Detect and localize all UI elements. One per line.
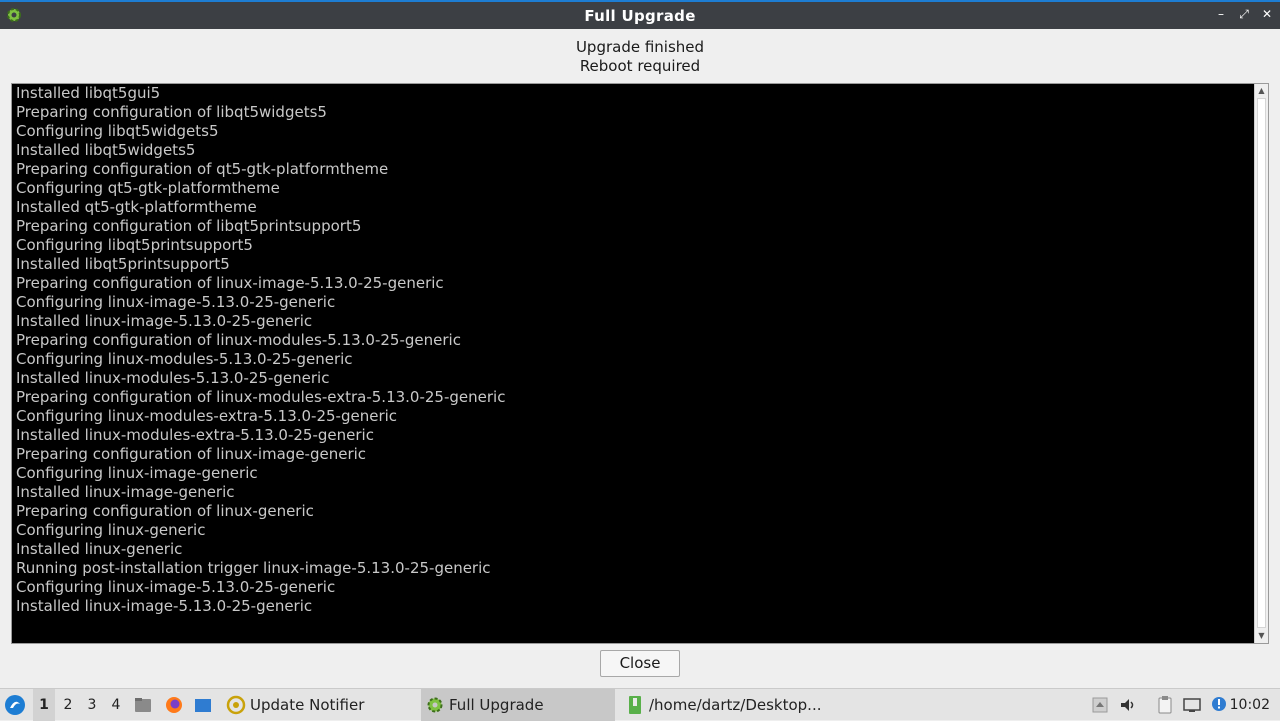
gear-icon <box>7 8 21 22</box>
title-bar: Full Upgrade – ⤢ ✕ <box>0 0 1280 29</box>
log-line: Configuring linux-image-5.13.0-25-generi… <box>16 578 336 596</box>
log-line: Preparing configuration of linux-image-5… <box>16 274 444 292</box>
log-line: Configuring linux-image-generic <box>16 464 258 482</box>
close-button[interactable]: Close <box>600 650 680 677</box>
log-line: Running post-installation trigger linux-… <box>16 559 491 577</box>
scroll-up-icon[interactable]: ▲ <box>1255 85 1268 97</box>
tray-show-hidden[interactable] <box>1090 689 1110 721</box>
log-line: Configuring libqt5widgets5 <box>16 122 219 140</box>
log-lines: Installed libqt5gui5 Preparing configurat… <box>16 84 1250 616</box>
log-line: Configuring libqt5printsupport5 <box>16 236 253 254</box>
log-line: Installed linux-modules-extra-5.13.0-25-… <box>16 426 374 444</box>
log-line: Installed linux-image-5.13.0-25-generic <box>16 597 313 615</box>
desktop-3-button[interactable]: 3 <box>81 689 103 721</box>
minimize-button[interactable]: – <box>1214 7 1228 21</box>
tray-expand-icon <box>1092 697 1108 713</box>
log-line: Configuring linux-modules-extra-5.13.0-2… <box>16 407 398 425</box>
log-line: Installed linux-modules-5.13.0-25-generi… <box>16 369 330 387</box>
file-manager-launcher[interactable] <box>133 689 153 721</box>
log-line: Configuring qt5-gtk-platformtheme <box>16 179 280 197</box>
task-label: Update Notifier <box>250 696 365 714</box>
log-line: Configuring linux-modules-5.13.0-25-gene… <box>16 350 353 368</box>
log-line: Installed libqt5printsupport5 <box>16 255 230 273</box>
lubuntu-logo-icon <box>5 695 25 715</box>
log-line: Installed linux-generic <box>16 540 183 558</box>
log-line: Configuring linux-image-5.13.0-25-generi… <box>16 293 336 311</box>
desktop-2-button[interactable]: 2 <box>57 689 79 721</box>
network-icon <box>1183 698 1201 712</box>
log-line: Preparing configuration of linux-modules… <box>16 388 506 406</box>
log-line: Installed libqt5gui5 <box>16 84 161 102</box>
status-line-reboot: Reboot required <box>579 57 701 75</box>
upgrade-log[interactable]: Installed libqt5gui5 Preparing configurat… <box>11 83 1269 644</box>
window-title: Full Upgrade <box>584 6 696 25</box>
maximize-button[interactable]: ⤢ <box>1237 7 1251 21</box>
scroll-down-icon[interactable]: ▼ <box>1255 630 1268 642</box>
task-full-upgrade[interactable]: Full Upgrade <box>421 689 615 721</box>
task-update-notifier[interactable]: Update Notifier <box>222 689 418 721</box>
update-available-icon <box>1212 697 1226 711</box>
desktop-4-button[interactable]: 4 <box>105 689 127 721</box>
gear-icon <box>427 697 443 713</box>
log-line: Installed linux-image-5.13.0-25-generic <box>16 312 313 330</box>
status-message: Upgrade finished Reboot required <box>0 38 1280 76</box>
firefox-icon <box>166 697 182 713</box>
log-line: Preparing configuration of libqt5widgets… <box>16 103 327 121</box>
log-line: Preparing configuration of linux-image-g… <box>16 445 367 463</box>
tray-updates[interactable] <box>1209 689 1229 721</box>
desktop-1-button[interactable]: 1 <box>33 689 55 721</box>
volume-icon <box>1121 699 1134 711</box>
file-manager-icon <box>135 698 151 712</box>
close-window-button[interactable]: ✕ <box>1260 7 1274 21</box>
start-menu-button[interactable] <box>4 689 28 721</box>
clipboard-icon <box>1158 696 1172 714</box>
show-desktop-launcher[interactable] <box>193 689 213 721</box>
log-scrollbar[interactable]: ▲ ▼ <box>1254 84 1268 643</box>
desktop-icon <box>195 699 211 712</box>
log-line: Configuring linux-generic <box>16 521 206 539</box>
log-line: Installed qt5-gtk-platformtheme <box>16 198 257 216</box>
log-line: Installed linux-image-generic <box>16 483 235 501</box>
firefox-launcher[interactable] <box>164 689 184 721</box>
status-line-finished: Upgrade finished <box>575 38 705 56</box>
task-terminal[interactable]: /home/dartz/Desktop... <box>621 689 831 721</box>
taskbar: 1 2 3 4 Update Notifier Full Upgrade /ho… <box>0 688 1280 721</box>
clock[interactable]: 10:02 <box>1230 689 1270 721</box>
tray-network[interactable] <box>1182 689 1202 721</box>
scroll-thumb[interactable] <box>1257 98 1266 628</box>
tray-volume[interactable] <box>1118 689 1138 721</box>
log-line: Preparing configuration of linux-modules… <box>16 331 461 349</box>
update-notifier-icon <box>226 695 246 715</box>
terminal-icon <box>629 696 641 714</box>
task-label: /home/dartz/Desktop... <box>649 696 822 714</box>
log-line: Installed libqt5widgets5 <box>16 141 196 159</box>
tray-clipboard[interactable] <box>1155 689 1175 721</box>
log-line: Preparing configuration of linux-generic <box>16 502 314 520</box>
log-line: Preparing configuration of qt5-gtk-platf… <box>16 160 389 178</box>
task-label: Full Upgrade <box>449 696 544 714</box>
log-line: Preparing configuration of libqt5printsu… <box>16 217 362 235</box>
